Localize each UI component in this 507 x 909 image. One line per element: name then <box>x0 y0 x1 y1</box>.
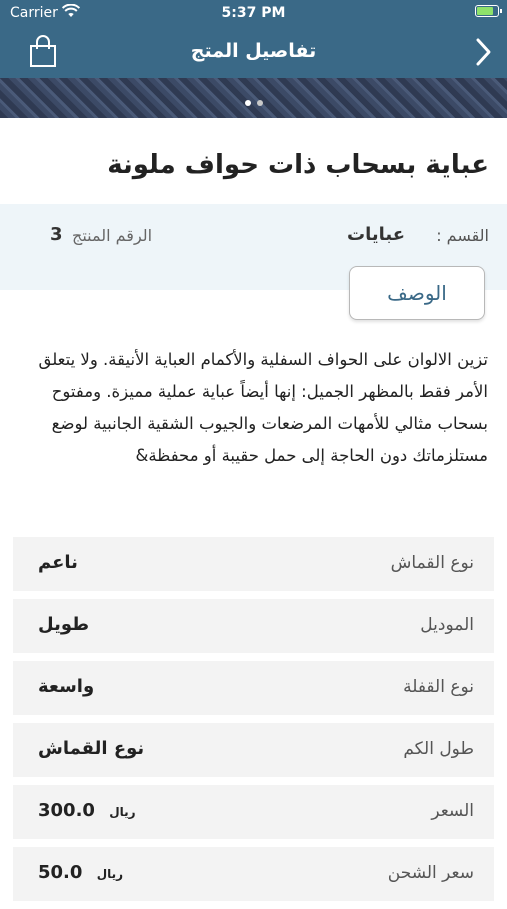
spec-row-model: الموديل طويل <box>13 599 494 653</box>
nav-bar: تفاصيل المتج <box>0 26 507 78</box>
description-button[interactable]: الوصف <box>349 266 485 320</box>
chevron-right-icon[interactable] <box>473 37 493 67</box>
spec-label: نوع القماش <box>390 553 474 573</box>
spec-label: نوع القفلة <box>403 677 474 697</box>
spec-value: ناعم <box>38 552 78 573</box>
clock: 5:37 PM <box>221 5 286 21</box>
price-value: ريال 300.0 <box>38 800 136 821</box>
page-dot <box>256 100 263 106</box>
specs-list: نوع القماش ناعم الموديل طويل نوع القفلة … <box>13 537 494 909</box>
spec-row-price: السعر ريال 300.0 <box>13 785 494 839</box>
product-number-value: 3 <box>50 224 63 245</box>
shipping-amount: 50.0 <box>38 862 83 883</box>
price-amount: 300.0 <box>38 800 95 821</box>
spec-label: الموديل <box>420 615 474 635</box>
spec-value: نوع القماش <box>38 738 145 759</box>
product-title: عباية بسحاب ذات حواف ملونة <box>107 150 489 180</box>
category-label: القسم : <box>436 226 489 245</box>
page-dot <box>244 100 251 106</box>
product-number-label: الرقم المنتج <box>72 226 153 245</box>
spec-value: واسعة <box>38 676 95 697</box>
category-value: عبايات <box>346 224 405 245</box>
description-text: تزين الالوان على الحواف السفلية والأكمام… <box>38 350 488 465</box>
carousel-page-indicator[interactable] <box>0 91 507 110</box>
page-title: تفاصيل المتج <box>190 40 317 62</box>
spec-value: طويل <box>38 614 90 635</box>
currency-label: ريال <box>109 805 136 819</box>
spec-label: سعر الشحن <box>387 863 474 883</box>
product-image-carousel[interactable] <box>0 78 507 118</box>
spec-label: السعر <box>431 801 474 821</box>
spec-row-sleeve-length: طول الكم نوع القماش <box>13 723 494 777</box>
shipping-price-value: ريال 50.0 <box>38 862 123 883</box>
spec-row-closure-type: نوع القفلة واسعة <box>13 661 494 715</box>
battery-icon <box>475 5 502 17</box>
spec-label: طول الكم <box>403 739 474 759</box>
currency-label: ريال <box>96 867 124 881</box>
status-bar: Carrier 5:37 PM <box>0 0 507 26</box>
spec-row-fabric-type: نوع القماش ناعم <box>13 537 494 591</box>
spec-row-shipping-price: سعر الشحن ريال 50.0 <box>13 847 494 901</box>
